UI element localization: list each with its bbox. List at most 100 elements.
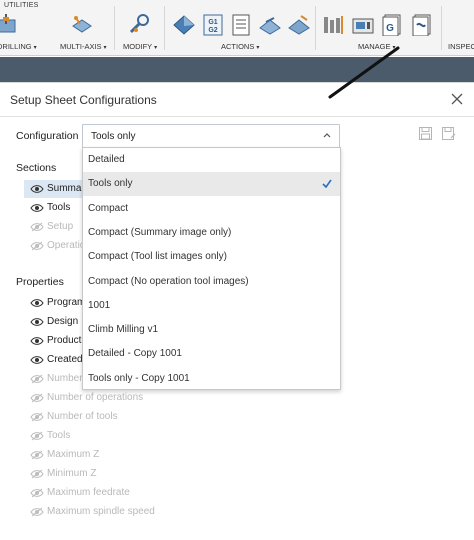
- drilling-label: DRILLING: [0, 42, 32, 51]
- configuration-label: Configuration: [16, 130, 79, 142]
- inspect-label: INSPECT: [448, 42, 474, 51]
- dropdown-option[interactable]: 1001: [83, 294, 340, 318]
- title-divider: [0, 116, 474, 117]
- inspect-menu[interactable]: INSPECT: [448, 42, 474, 51]
- machine-library-icon[interactable]: [351, 14, 375, 36]
- property-item[interactable]: Number of operations: [24, 389, 224, 407]
- generate-toolpath-icon[interactable]: [287, 14, 311, 36]
- dialog-title: Setup Sheet Configurations: [10, 93, 157, 107]
- post-process-icon[interactable]: G1 G2: [201, 14, 225, 36]
- property-item[interactable]: Tools: [24, 427, 224, 445]
- property-item[interactable]: Maximum spindle speed: [24, 503, 224, 521]
- eye-hidden-icon[interactable]: [30, 241, 44, 251]
- dropdown-option[interactable]: Detailed - Copy 1001: [83, 342, 340, 366]
- eye-hidden-icon[interactable]: [30, 488, 44, 498]
- sections-heading: Sections: [16, 162, 57, 174]
- generate-icon[interactable]: [258, 14, 282, 36]
- property-item[interactable]: Maximum Z: [24, 446, 224, 464]
- property-item-label: Maximum spindle speed: [47, 506, 155, 517]
- eye-icon[interactable]: [30, 355, 44, 365]
- dropdown-option-label: Compact (No operation tool images): [88, 275, 249, 287]
- eye-icon[interactable]: [30, 317, 44, 327]
- property-item[interactable]: Maximum feedrate: [24, 484, 224, 502]
- eye-hidden-icon[interactable]: [30, 507, 44, 517]
- dropdown-option[interactable]: Compact (Tool list images only): [83, 245, 340, 269]
- tool-library-icon[interactable]: [322, 14, 346, 36]
- property-item-label: Created: [47, 354, 83, 365]
- toolbar-divider: [315, 6, 316, 50]
- chevron-up-icon: [323, 133, 331, 138]
- multi-axis-icon[interactable]: [70, 14, 94, 36]
- dropdown-option-label: Compact (Tool list images only): [88, 251, 227, 263]
- toolbar-divider: [441, 6, 442, 50]
- property-item-label: Number: [47, 373, 83, 384]
- dropdown-option-label: Tools only: [88, 178, 133, 190]
- manage-label: MANAGE: [358, 42, 391, 51]
- checkmark-icon: [322, 179, 332, 189]
- chevron-down-icon: ▾: [256, 45, 260, 51]
- dropdown-option[interactable]: Compact (Summary image only): [83, 221, 340, 245]
- dropdown-option-label: Detailed - Copy 1001: [88, 348, 182, 360]
- chevron-down-icon: ▾: [33, 45, 37, 51]
- dropdown-option-label: 1001: [88, 299, 111, 311]
- configuration-select-value: Tools only: [91, 131, 136, 142]
- section-item-label: Setup: [47, 221, 74, 232]
- configuration-dropdown-list: Detailed Tools only Compact Compact (Summar…: [82, 147, 341, 390]
- eye-hidden-icon[interactable]: [30, 469, 44, 479]
- eye-hidden-icon[interactable]: [30, 374, 44, 384]
- property-item-label: Number of tools: [47, 411, 118, 422]
- chevron-down-icon: ▾: [103, 45, 107, 51]
- property-item-label: Minimum Z: [47, 468, 97, 479]
- eye-hidden-icon[interactable]: [30, 412, 44, 422]
- dropdown-option-label: Detailed: [88, 154, 125, 165]
- manage-menu[interactable]: MANAGE ▾: [358, 42, 396, 51]
- property-item[interactable]: Number of tools: [24, 408, 224, 426]
- canvas-background: [0, 57, 474, 82]
- drilling-menu[interactable]: DRILLING ▾: [0, 42, 37, 51]
- dropdown-option[interactable]: Tools only - Copy 1001: [83, 367, 340, 391]
- actions-menu[interactable]: ACTIONS ▾: [221, 42, 259, 51]
- toolbar-divider: [114, 6, 115, 50]
- utilities-label: UTILITIES: [4, 2, 39, 9]
- chevron-down-icon: ▾: [392, 45, 396, 51]
- section-item[interactable]: Summary: [24, 180, 90, 198]
- actions-label: ACTIONS: [221, 42, 255, 51]
- svg-text:G2: G2: [208, 27, 217, 34]
- post-library-icon[interactable]: G: [380, 14, 404, 36]
- toolbar: UTILITIES DRILLING ▾ MULTI-AXIS ▾ MODIFY ▾ …: [0, 0, 474, 56]
- modify-menu[interactable]: MODIFY ▾: [123, 42, 157, 51]
- save-as-icon[interactable]: [442, 127, 456, 140]
- properties-heading: Properties: [16, 276, 64, 288]
- dropdown-option[interactable]: Compact: [83, 197, 340, 221]
- property-item-label: Program: [47, 297, 86, 308]
- multi-axis-menu[interactable]: MULTI-AXIS ▾: [60, 42, 107, 51]
- dropdown-option[interactable]: Detailed: [83, 148, 340, 172]
- eye-icon[interactable]: [30, 336, 44, 346]
- template-library-icon[interactable]: [410, 14, 434, 36]
- chevron-down-icon: ▾: [154, 45, 158, 51]
- dropdown-option-label: Compact (Summary image only): [88, 226, 232, 238]
- eye-icon[interactable]: [30, 184, 44, 194]
- dropdown-option[interactable]: Tools only: [83, 172, 340, 197]
- dropdown-option[interactable]: Climb Milling v1: [83, 318, 340, 342]
- eye-hidden-icon[interactable]: [30, 431, 44, 441]
- eye-hidden-icon[interactable]: [30, 393, 44, 403]
- setup-sheet-icon[interactable]: [229, 14, 253, 36]
- simulate-icon[interactable]: [172, 14, 196, 36]
- property-item-label: Design: [47, 316, 79, 327]
- section-item-label: Tools: [47, 202, 71, 213]
- g-icon-text: G: [386, 23, 394, 34]
- eye-hidden-icon[interactable]: [30, 450, 44, 460]
- save-icon[interactable]: [419, 127, 432, 140]
- property-item[interactable]: Minimum Z: [24, 465, 224, 483]
- property-item-label: Maximum feedrate: [47, 487, 130, 498]
- close-icon[interactable]: [450, 92, 464, 106]
- drilling-icon[interactable]: [0, 14, 18, 36]
- eye-icon[interactable]: [30, 203, 44, 213]
- eye-hidden-icon[interactable]: [30, 222, 44, 232]
- property-item-label: Tools: [47, 430, 71, 441]
- property-item-label: Number of operations: [47, 392, 144, 403]
- eye-icon[interactable]: [30, 298, 44, 308]
- dropdown-option[interactable]: Compact (No operation tool images): [83, 270, 340, 294]
- modify-icon[interactable]: [128, 14, 152, 36]
